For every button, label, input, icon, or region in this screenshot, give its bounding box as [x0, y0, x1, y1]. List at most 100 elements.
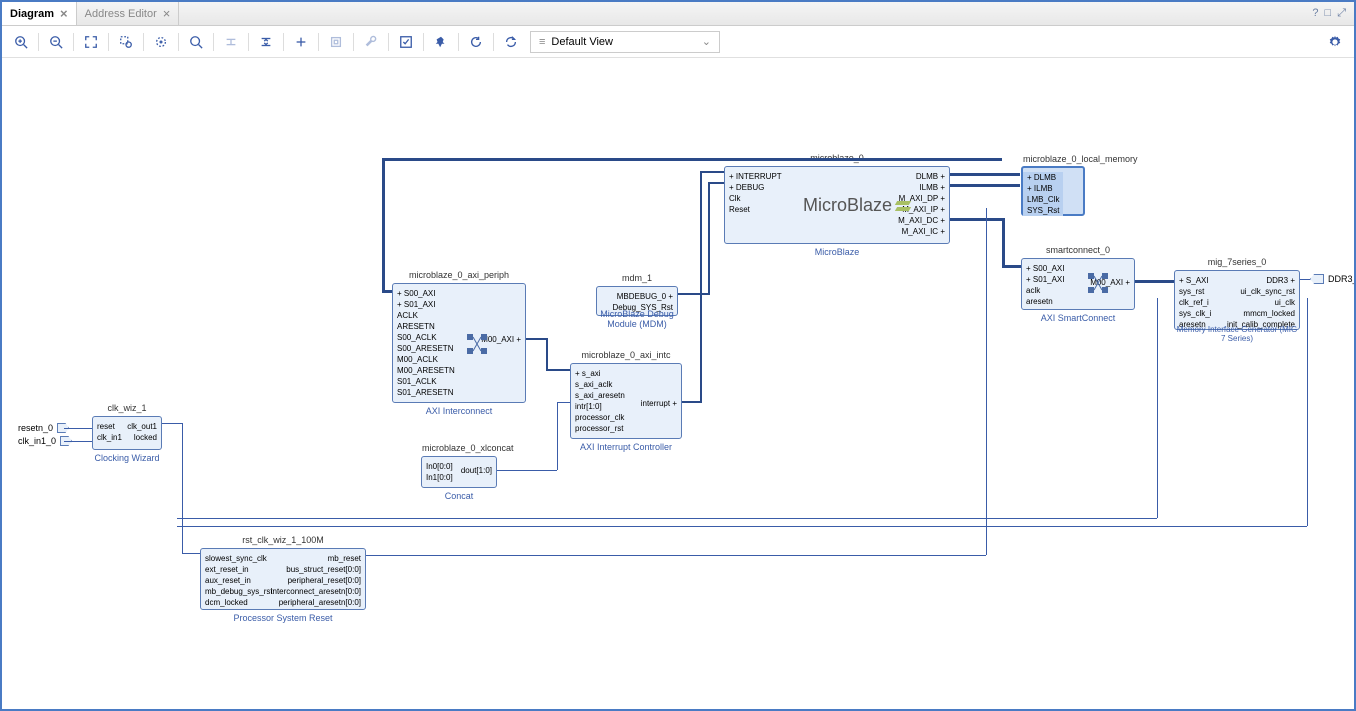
port: In0[0:0]	[422, 461, 457, 472]
block-subtitle: Clocking Wizard	[93, 453, 161, 463]
wire	[682, 401, 700, 403]
wire	[1300, 279, 1310, 280]
wire	[182, 553, 200, 554]
wire	[546, 338, 548, 371]
microblaze-logo: MicroBlaze	[803, 195, 912, 216]
collapse-icon[interactable]	[220, 31, 242, 53]
port: + DEBUG	[725, 182, 786, 193]
port: M_AXI_IC +	[894, 226, 949, 237]
block-subtitle: Memory Interface Generator (MIG 7 Series…	[1175, 325, 1299, 343]
regenerate-icon[interactable]	[500, 31, 522, 53]
gear-icon[interactable]	[1324, 31, 1346, 53]
port: intr[1:0]	[571, 401, 629, 412]
zoom-out-icon[interactable]	[45, 31, 67, 53]
wire	[1307, 298, 1308, 526]
restore-icon[interactable]: ⤢	[1337, 7, 1346, 20]
expand-icon[interactable]	[255, 31, 277, 53]
block-subtitle: Processor System Reset	[201, 613, 365, 623]
port: sys_clk_i	[1175, 308, 1215, 319]
port: + s_axi	[571, 368, 629, 379]
block-subtitle: AXI Interconnect	[393, 406, 525, 416]
block-rst-clk-wiz[interactable]: rst_clk_wiz_1_100M slowest_sync_clk ext_…	[200, 548, 366, 610]
close-icon[interactable]: ×	[60, 6, 68, 21]
port: + ILMB	[1023, 183, 1063, 194]
block-subtitle: Concat	[422, 491, 496, 501]
zoom-area-icon[interactable]	[115, 31, 137, 53]
block-smartconnect[interactable]: smartconnect_0 + S00_AXI + S01_AXI aclk …	[1021, 258, 1135, 310]
ext-port-ddr3[interactable]: DDR3_0	[1310, 274, 1354, 284]
zoom-fit-icon[interactable]	[80, 31, 102, 53]
block-subtitle: MicroBlaze Debug Module (MDM)	[597, 309, 677, 329]
port: DLMB +	[894, 171, 949, 182]
ext-port-label: DDR3_0	[1328, 274, 1354, 284]
block-microblaze[interactable]: microblaze_0 + INTERRUPT + DEBUG Clk Res…	[724, 166, 950, 244]
refresh-icon[interactable]	[465, 31, 487, 53]
port: mb_debug_sys_rst	[201, 586, 277, 597]
port: DDR3 +	[1223, 275, 1299, 286]
wrench-icon[interactable]	[360, 31, 382, 53]
port: + INTERRUPT	[725, 171, 786, 182]
port: bus_struct_reset[0:0]	[267, 564, 365, 575]
wire	[950, 173, 1020, 176]
search-icon[interactable]	[185, 31, 207, 53]
port: S01_ARESETN	[393, 387, 459, 398]
validate-icon[interactable]	[395, 31, 417, 53]
wire	[177, 518, 1157, 519]
zoom-in-icon[interactable]	[10, 31, 32, 53]
help-icon[interactable]: ?	[1312, 7, 1318, 20]
view-select[interactable]: ≡ Default View ⌄	[530, 31, 720, 53]
block-subtitle: AXI SmartConnect	[1022, 313, 1134, 323]
block-mig[interactable]: mig_7series_0 + S_AXI sys_rst clk_ref_i …	[1174, 270, 1300, 330]
port: MBDEBUG_0 +	[609, 291, 677, 302]
auto-fit-icon[interactable]	[150, 31, 172, 53]
port: locked	[123, 432, 161, 443]
pin-icon[interactable]	[430, 31, 452, 53]
port: s_axi_aresetn	[571, 390, 629, 401]
port: mb_reset	[267, 553, 365, 564]
block-clk-wiz[interactable]: clk_wiz_1 reset clk_in1 clk_out1 locked …	[92, 416, 162, 450]
wire	[986, 208, 987, 555]
port: aux_reset_in	[201, 575, 277, 586]
port: clk_out1	[123, 421, 161, 432]
block-axi-periph[interactable]: microblaze_0_axi_periph + S00_AXI + S01_…	[392, 283, 526, 403]
block-axi-intc[interactable]: microblaze_0_axi_intc + s_axi s_axi_aclk…	[570, 363, 682, 439]
port: In1[0:0]	[422, 472, 457, 483]
maximize-icon[interactable]: □	[1325, 7, 1332, 20]
wire	[1157, 298, 1158, 518]
wire	[64, 441, 92, 442]
port: clk_in1	[93, 432, 126, 443]
port: Reset	[725, 204, 786, 215]
port: + S00_AXI	[393, 288, 459, 299]
diagram-canvas[interactable]: resetn_0 clk_in1_0 clk_wiz_1 reset clk_i…	[2, 58, 1354, 709]
port: + S00_AXI	[1022, 263, 1068, 274]
port: S01_ACLK	[393, 376, 459, 387]
port: processor_clk	[571, 412, 629, 423]
port: peripheral_reset[0:0]	[267, 575, 365, 586]
port: ext_reset_in	[201, 564, 277, 575]
block-mdm[interactable]: mdm_1 MBDEBUG_0 + Debug_SYS_Rst MicroBla…	[596, 286, 678, 316]
port: reset	[93, 421, 126, 432]
port: + S01_AXI	[1022, 274, 1068, 285]
ext-port-resetn[interactable]: resetn_0	[18, 423, 69, 433]
wire	[708, 182, 710, 295]
ext-port-label: resetn_0	[18, 423, 53, 433]
block-local-memory[interactable]: microblaze_0_local_memory + DLMB + ILMB …	[1021, 166, 1085, 216]
port: ILMB +	[894, 182, 949, 193]
wire	[950, 184, 1020, 187]
tab-diagram[interactable]: Diagram ×	[2, 2, 77, 25]
tab-address-editor[interactable]: Address Editor ×	[77, 2, 180, 25]
group-icon[interactable]	[325, 31, 347, 53]
block-title: microblaze_0_axi_periph	[393, 270, 525, 280]
wire	[1002, 218, 1005, 268]
port: M00_ARESETN	[393, 365, 459, 376]
port: aclk	[1022, 285, 1068, 296]
wire	[382, 158, 385, 293]
close-icon[interactable]: ×	[163, 6, 171, 21]
port: + DLMB	[1023, 172, 1063, 183]
block-xlconcat[interactable]: microblaze_0_xlconcat In0[0:0] In1[0:0] …	[421, 456, 497, 488]
wire	[700, 171, 702, 403]
port: interrupt +	[637, 398, 681, 409]
block-title: microblaze_0_axi_intc	[571, 350, 681, 360]
add-icon[interactable]	[290, 31, 312, 53]
chevron-down-icon: ⌄	[702, 35, 711, 48]
